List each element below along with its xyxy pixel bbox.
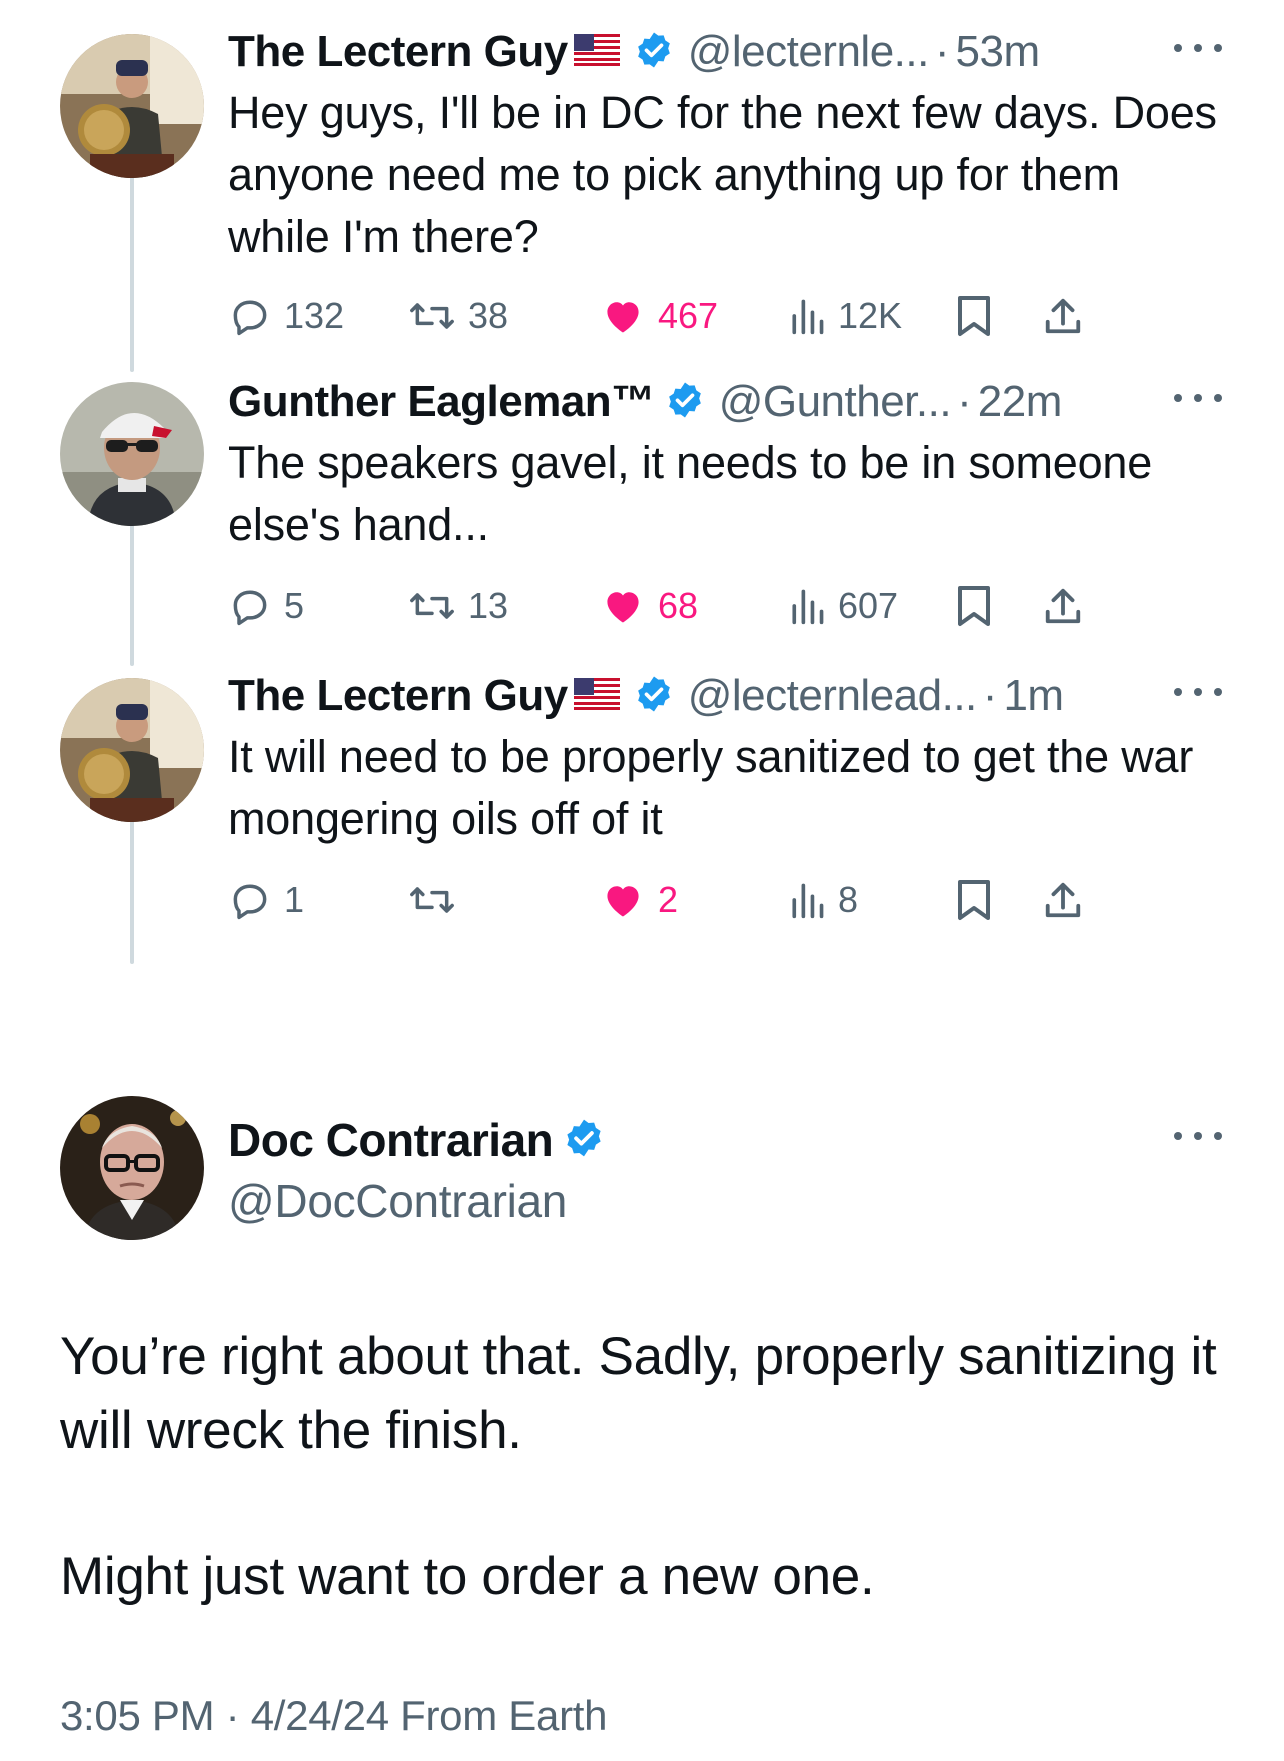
- action-bar: 5 13 68 607: [228, 578, 1222, 634]
- share-icon: [1045, 882, 1081, 918]
- reply-tweet[interactable]: The Lectern Guy @lecternle... · 53m Hey …: [228, 24, 1222, 344]
- more-icon[interactable]: [1174, 672, 1222, 712]
- more-icon[interactable]: [1174, 1116, 1222, 1156]
- tweet-timestamp[interactable]: 3:05 PM · 4/24/24 From Earth: [60, 1692, 607, 1740]
- tweet-text: It will need to be properly sanitized to…: [228, 731, 1194, 844]
- action-bar: 1 2 8: [228, 872, 1222, 928]
- views-count: 12K: [838, 295, 903, 336]
- more-icon[interactable]: [1174, 378, 1222, 418]
- reply-tweet[interactable]: Gunther Eagleman™ @Gunther... · 22m The …: [228, 374, 1222, 634]
- us-flag-icon: [573, 677, 620, 715]
- repost-icon: [410, 593, 454, 619]
- repost-count: 13: [468, 585, 509, 626]
- repost-icon: [410, 887, 454, 913]
- tweet-text: Hey guys, I'll be in DC for the next few…: [228, 87, 1217, 262]
- views-icon: [792, 589, 824, 625]
- share-button[interactable]: [1042, 578, 1084, 634]
- author-name[interactable]: Doc Contrarian: [228, 1113, 554, 1167]
- reply-button[interactable]: 132: [228, 288, 344, 344]
- reply-button[interactable]: 5: [228, 578, 304, 634]
- author-handle[interactable]: @lecternlead...: [688, 671, 977, 721]
- share-icon: [1045, 298, 1081, 334]
- bookmark-button[interactable]: [956, 288, 992, 344]
- like-count: 467: [658, 295, 719, 336]
- like-button[interactable]: 68: [600, 578, 698, 634]
- verified-badge-icon[interactable]: [563, 1117, 605, 1164]
- reply-tweet[interactable]: The Lectern Guy @lecternlead... · 1m It …: [228, 668, 1222, 928]
- avatar[interactable]: [60, 34, 204, 178]
- tweet-header: Doc Contrarian: [228, 1112, 1222, 1168]
- thread-connector: [130, 518, 134, 666]
- bookmark-icon: [958, 880, 990, 920]
- tweet-time[interactable]: 22m: [978, 377, 1063, 427]
- tweet-header: The Lectern Guy @lecternlead... · 1m: [228, 668, 1222, 724]
- tweet-time[interactable]: 1m: [1003, 671, 1064, 721]
- author-name[interactable]: Gunther Eagleman™: [228, 377, 655, 427]
- action-bar: 132 38 467 12K: [228, 288, 1222, 344]
- views-count: 607: [838, 585, 899, 626]
- like-count: 2: [658, 879, 679, 920]
- tweet-header: Gunther Eagleman™ @Gunther... · 22m: [228, 374, 1222, 430]
- like-button[interactable]: 2: [600, 872, 678, 928]
- views-button[interactable]: 8: [788, 872, 858, 928]
- repost-icon: [410, 303, 454, 329]
- like-count: 68: [658, 585, 699, 626]
- views-count: 8: [838, 879, 859, 920]
- views-button[interactable]: 607: [788, 578, 898, 634]
- reply-count: 5: [284, 585, 305, 626]
- reply-icon: [233, 300, 267, 336]
- main-tweet-text: You’re right about that. Sadly, properly…: [60, 1327, 1217, 1460]
- main-tweet-header[interactable]: Doc Contrarian: [228, 1112, 1222, 1168]
- repost-button[interactable]: [408, 872, 468, 928]
- views-icon: [792, 299, 824, 335]
- tweet-time[interactable]: 53m: [956, 27, 1041, 77]
- author-handle[interactable]: @Gunther...: [719, 377, 951, 427]
- like-icon: [607, 886, 639, 917]
- share-button[interactable]: [1042, 288, 1084, 344]
- share-button[interactable]: [1042, 872, 1084, 928]
- like-icon: [607, 302, 639, 333]
- author-name[interactable]: The Lectern Guy: [228, 27, 568, 77]
- separator-dot: ·: [934, 27, 950, 76]
- bookmark-icon: [958, 296, 990, 336]
- more-icon[interactable]: [1174, 28, 1222, 68]
- bookmark-icon: [958, 586, 990, 626]
- author-handle[interactable]: @lecternle...: [688, 27, 929, 77]
- avatar[interactable]: [60, 678, 204, 822]
- separator-dot: ·: [982, 671, 998, 720]
- us-flag-icon: [573, 33, 620, 71]
- like-icon: [607, 592, 639, 623]
- repost-button[interactable]: 13: [408, 578, 508, 634]
- reply-icon: [233, 590, 267, 626]
- verified-badge-icon[interactable]: [665, 380, 705, 425]
- author-name[interactable]: The Lectern Guy: [228, 671, 568, 721]
- share-icon: [1045, 588, 1081, 624]
- like-button[interactable]: 467: [600, 288, 718, 344]
- views-button[interactable]: 12K: [788, 288, 902, 344]
- verified-badge-icon[interactable]: [634, 30, 674, 75]
- reply-icon: [233, 884, 267, 920]
- thread-connector: [130, 170, 134, 372]
- avatar[interactable]: [60, 382, 204, 526]
- bookmark-button[interactable]: [956, 578, 992, 634]
- views-icon: [792, 883, 824, 919]
- bookmark-button[interactable]: [956, 872, 992, 928]
- separator-dot: ·: [957, 377, 972, 426]
- repost-count: 38: [468, 295, 509, 336]
- reply-count: 132: [284, 295, 345, 336]
- author-handle[interactable]: @DocContrarian: [228, 1174, 567, 1228]
- avatar[interactable]: [60, 1096, 204, 1240]
- main-tweet-text: Might just want to order a new one.: [60, 1547, 875, 1606]
- reply-count: 1: [284, 879, 305, 920]
- verified-badge-icon[interactable]: [634, 674, 674, 719]
- tweet-header: The Lectern Guy @lecternle... · 53m: [228, 24, 1222, 80]
- reply-button[interactable]: 1: [228, 872, 304, 928]
- tweet-text: The speakers gavel, it needs to be in so…: [228, 437, 1153, 550]
- repost-button[interactable]: 38: [408, 288, 508, 344]
- thread-connector: [130, 816, 134, 964]
